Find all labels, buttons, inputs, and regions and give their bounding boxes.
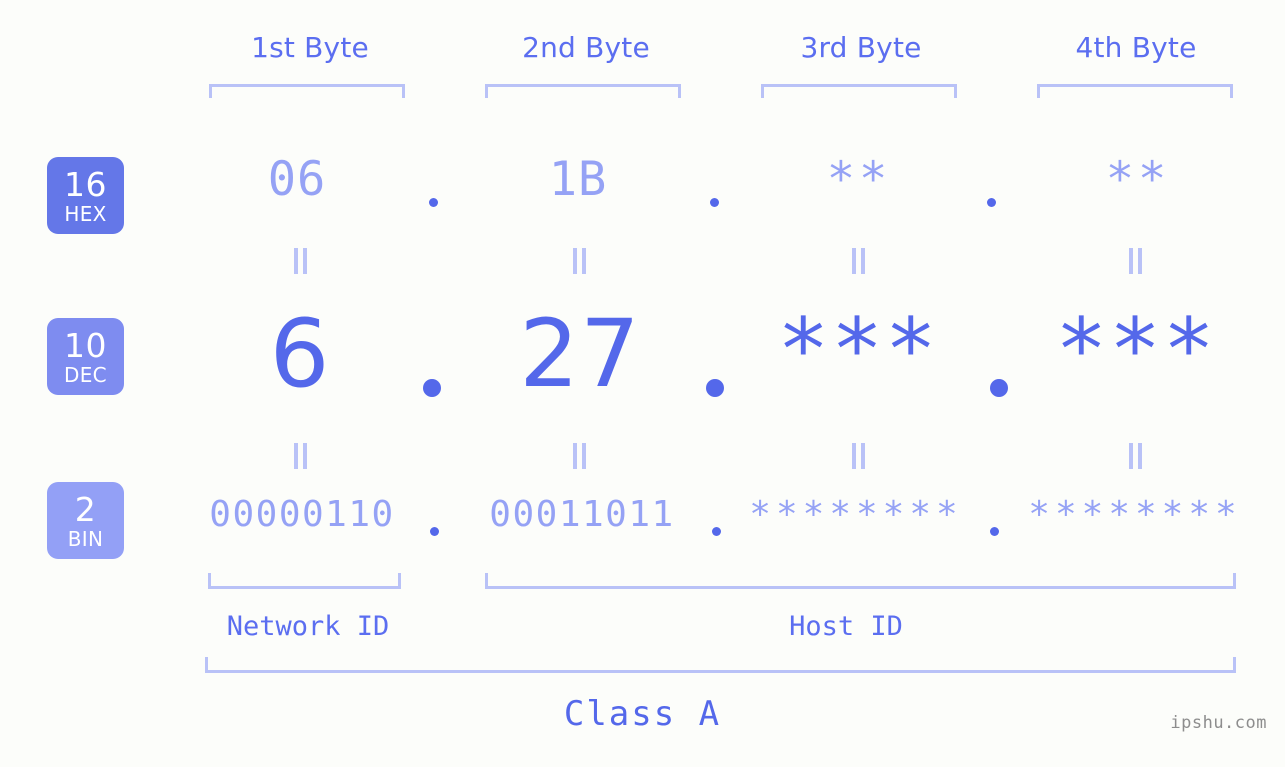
byte-header-3: 3rd Byte <box>800 31 922 64</box>
hex-separator-dot-1 <box>429 198 438 207</box>
base-badge-hex: 16 HEX <box>47 157 124 234</box>
byte-bracket-4 <box>1037 84 1233 98</box>
hex-byte-3: ** <box>826 152 892 207</box>
equals-mark-dec-bin-1 <box>292 443 310 469</box>
bin-separator-dot-1 <box>430 527 439 536</box>
bin-byte-1: 00000110 <box>209 494 395 535</box>
byte-bracket-1 <box>209 84 405 98</box>
bin-separator-dot-2 <box>712 527 721 536</box>
equals-mark-hex-dec-2 <box>571 248 589 274</box>
equals-mark-hex-dec-3 <box>850 248 868 274</box>
equals-mark-hex-dec-4 <box>1127 248 1145 274</box>
base-badge-hex-number: 16 <box>64 164 107 204</box>
dec-separator-dot-1 <box>423 379 441 397</box>
byte-header-2: 2nd Byte <box>522 31 650 64</box>
byte-bracket-2 <box>485 84 681 98</box>
byte-bracket-3 <box>761 84 957 98</box>
equals-mark-dec-bin-4 <box>1127 443 1145 469</box>
dec-byte-1: 6 <box>269 300 331 409</box>
base-badge-bin: 2 BIN <box>47 482 124 559</box>
base-badge-hex-label: HEX <box>64 201 107 226</box>
hex-separator-dot-2 <box>710 198 719 207</box>
bin-byte-2: 00011011 <box>489 494 675 535</box>
host-id-label: Host ID <box>789 611 903 642</box>
byte-header-4: 4th Byte <box>1075 31 1197 64</box>
byte-header-1: 1st Byte <box>251 31 369 64</box>
class-label: Class A <box>563 694 722 734</box>
bin-separator-dot-3 <box>990 527 999 536</box>
hex-byte-4: ** <box>1105 152 1171 207</box>
hex-byte-2: 1B <box>548 152 608 207</box>
equals-mark-dec-bin-2 <box>571 443 589 469</box>
ip-address-breakdown-diagram: 1st Byte 2nd Byte 3rd Byte 4th Byte 16 H… <box>0 0 1285 767</box>
equals-mark-dec-bin-3 <box>850 443 868 469</box>
hex-byte-1: 06 <box>267 152 327 207</box>
host-id-bracket <box>485 573 1236 589</box>
network-id-bracket <box>208 573 401 589</box>
class-bracket <box>205 657 1236 673</box>
hex-separator-dot-3 <box>987 198 996 207</box>
dec-byte-2: 27 <box>519 300 641 409</box>
base-badge-bin-number: 2 <box>74 489 97 529</box>
base-badge-dec: 10 DEC <box>47 318 124 395</box>
base-badge-dec-label: DEC <box>64 362 107 387</box>
base-badge-bin-label: BIN <box>67 526 104 551</box>
dec-separator-dot-3 <box>990 379 1008 397</box>
bin-byte-3: ******** <box>749 494 963 535</box>
dec-byte-3: *** <box>777 300 939 400</box>
network-id-label: Network ID <box>226 611 390 642</box>
base-badge-dec-number: 10 <box>64 325 107 365</box>
bin-byte-4: ******** <box>1028 494 1242 535</box>
dec-byte-4: *** <box>1055 300 1217 400</box>
site-watermark: ipshu.com <box>1170 713 1267 733</box>
dec-separator-dot-2 <box>706 379 724 397</box>
equals-mark-hex-dec-1 <box>292 248 310 274</box>
